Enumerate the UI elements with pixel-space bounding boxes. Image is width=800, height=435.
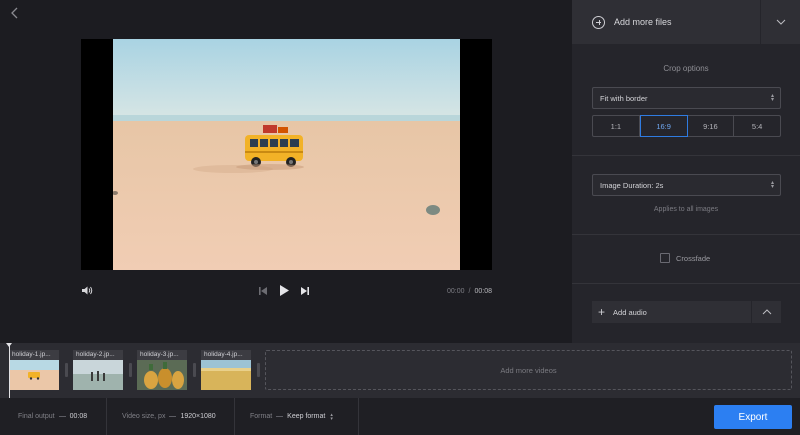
crop-mode-select[interactable]: Fit with border ▴ ▾ (592, 87, 781, 109)
skip-back-button[interactable] (258, 286, 268, 296)
select-arrows-icon: ▴ ▾ (770, 180, 774, 190)
video-size-label: Video size, px (122, 413, 166, 420)
clip-name: holiday-3.jp... (137, 350, 187, 360)
preview-area: 00:00/00:08 (0, 0, 572, 343)
section-divider (572, 234, 800, 235)
footer-divider (234, 398, 235, 435)
clip-thumbnail (137, 360, 187, 390)
options-sidebar: Add more files Crop options Fit with bor… (572, 0, 800, 343)
video-preview (81, 39, 492, 270)
crossfade-label: Crossfade (676, 253, 711, 263)
app-root: 00:00/00:08 Add more files Crop options … (0, 0, 800, 435)
play-button[interactable] (278, 284, 290, 297)
clip-name: holiday-2.jp... (73, 350, 123, 360)
dash-divider (169, 416, 177, 417)
ratio-9-16[interactable]: 9:16 (688, 116, 735, 136)
footer-bar: Final output 00:08 Video size, px 1920×1… (0, 398, 800, 435)
add-audio-button[interactable]: + Add audio (592, 301, 751, 323)
skip-back-icon (259, 286, 267, 295)
add-more-videos-dropzone[interactable]: Add more videos (265, 350, 792, 390)
clip-name: holiday-4.jp... (201, 350, 251, 360)
add-more-files-label: Add more files (614, 17, 672, 27)
volume-icon (82, 286, 93, 295)
format-label: Format (250, 413, 273, 420)
duration-hint: Applies to all images (653, 206, 719, 213)
back-arrow-icon (11, 7, 18, 19)
timeline: holiday-1.jp... holiday-2.jp... holiday-… (0, 343, 800, 398)
timeline-clip[interactable]: holiday-1.jp... (9, 350, 59, 390)
play-icon (280, 285, 289, 296)
ratio-16-9[interactable]: 16:9 (639, 115, 688, 137)
clip-divider-handle[interactable] (65, 363, 68, 377)
timeline-clip[interactable]: holiday-2.jp... (73, 350, 123, 390)
transport-controls (258, 284, 310, 297)
add-more-files-button[interactable]: Add more files (572, 0, 760, 44)
crop-options-title: Crop options (663, 64, 709, 73)
ratio-1-1[interactable]: 1:1 (593, 116, 640, 136)
add-files-dropdown-toggle[interactable] (761, 0, 800, 44)
image-duration-value: Image Duration: 2s (600, 180, 664, 190)
select-arrows-icon: ▴ ▾ (770, 93, 774, 103)
playhead[interactable] (6, 343, 12, 398)
skip-forward-button[interactable] (300, 286, 310, 296)
format-select[interactable]: Keep format ▴ ▾ (287, 411, 333, 422)
dash-divider (276, 416, 284, 417)
volume-button[interactable] (81, 285, 93, 298)
aspect-ratio-group: 1:1 16:9 9:16 5:4 (592, 115, 781, 137)
ratio-5-4[interactable]: 5:4 (734, 116, 780, 136)
clip-name: holiday-1.jp... (9, 350, 59, 360)
crossfade-checkbox[interactable] (660, 253, 670, 263)
final-output-label: Final output (18, 413, 55, 420)
skip-forward-icon (301, 286, 309, 295)
back-button[interactable] (8, 6, 22, 20)
dash-divider (58, 416, 66, 417)
footer-divider (106, 398, 107, 435)
total-time: 00:08 (474, 288, 492, 295)
footer-divider (358, 398, 359, 435)
clip-divider-handle[interactable] (129, 363, 132, 377)
clip-thumbnail (9, 360, 59, 390)
timeline-clip[interactable]: holiday-4.jp... (201, 350, 251, 390)
preview-image (113, 39, 460, 270)
final-output-value: 00:08 (69, 413, 88, 420)
select-arrows-icon: ▴ ▾ (330, 411, 333, 422)
time-separator: / (468, 288, 471, 295)
final-output-info: Final output 00:08 (18, 398, 87, 435)
section-divider (572, 283, 800, 284)
crop-mode-value: Fit with border (600, 93, 648, 103)
video-size-info: Video size, px 1920×1080 (122, 398, 216, 435)
format-info: Format Keep format ▴ ▾ (250, 398, 333, 435)
player-controls: 00:00/00:08 (81, 282, 492, 302)
crossfade-toggle[interactable]: Crossfade (660, 253, 710, 263)
image-duration-select[interactable]: Image Duration: 2s ▴ ▾ (592, 174, 781, 196)
current-time: 00:00 (446, 288, 465, 295)
clip-thumbnail (201, 360, 251, 390)
chevron-down-icon (776, 19, 785, 25)
clip-thumbnail (73, 360, 123, 390)
video-size-value: 1920×1080 (180, 413, 216, 420)
audio-collapse-toggle[interactable] (752, 301, 781, 323)
plus-circle-icon (592, 15, 605, 29)
add-audio-label: Add audio (613, 307, 647, 317)
plus-icon: + (598, 305, 606, 319)
time-display: 00:00/00:08 (447, 288, 492, 295)
clip-divider-handle[interactable] (257, 363, 260, 377)
clip-divider-handle[interactable] (193, 363, 196, 377)
section-divider (572, 155, 800, 156)
format-value: Keep format (287, 413, 326, 420)
chevron-up-icon (762, 309, 771, 315)
timeline-clip[interactable]: holiday-3.jp... (137, 350, 187, 390)
export-button[interactable]: Export (714, 405, 792, 429)
